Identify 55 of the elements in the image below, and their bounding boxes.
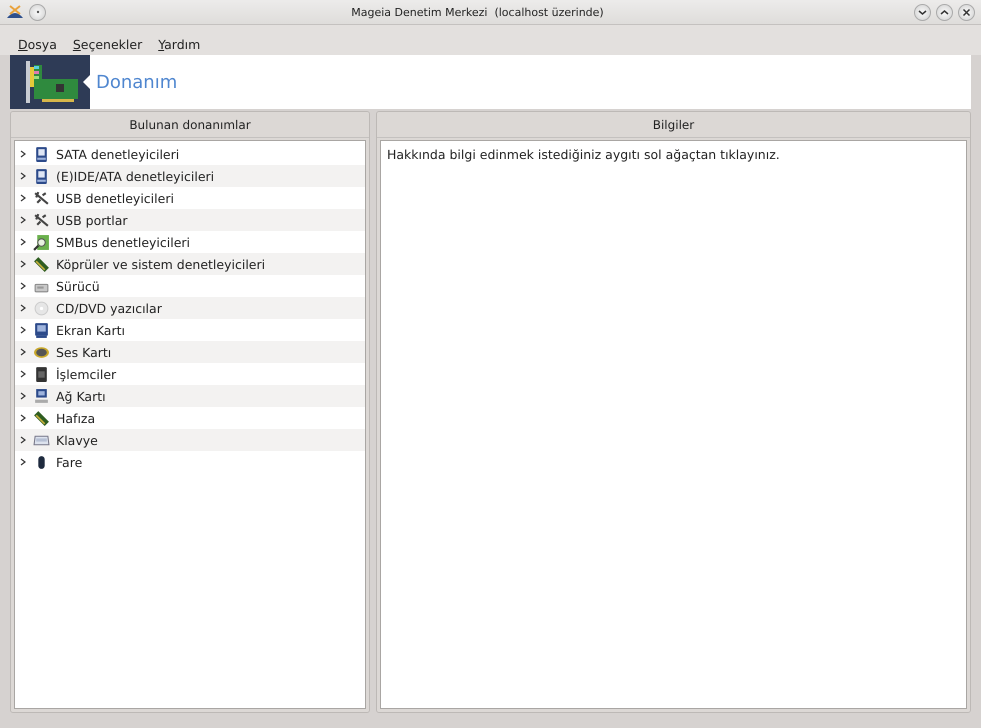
tree-item[interactable]: Sürücü bbox=[15, 275, 365, 297]
magnifier-icon bbox=[33, 234, 50, 250]
column-header: Bulunan donanımlar bbox=[11, 112, 369, 138]
chip-icon bbox=[33, 366, 50, 382]
menu-item[interactable]: Yardım bbox=[158, 37, 200, 55]
tree-item-label: USB portlar bbox=[56, 212, 128, 228]
tree-item[interactable]: (E)IDE/ATA denetleyicileri bbox=[15, 165, 365, 187]
tree-item[interactable]: Ağ Kartı bbox=[15, 385, 365, 407]
tree-item[interactable]: USB denetleyicileri bbox=[15, 187, 365, 209]
tree-item[interactable]: Fare bbox=[15, 451, 365, 473]
memory-stick-icon bbox=[33, 256, 50, 272]
menu-item[interactable]: Dosya bbox=[18, 37, 57, 55]
maximize-button[interactable] bbox=[936, 4, 953, 20]
info-text: Hakkında bilgi edinmek istediğiniz aygıtı sol ağaçtan tıklayınız. bbox=[386, 146, 781, 164]
computer-icon bbox=[33, 388, 50, 404]
tree-item[interactable]: Ses Kartı bbox=[15, 341, 365, 363]
chevron-up-icon bbox=[940, 8, 949, 16]
tree-item-label: (E)IDE/ATA denetleyicileri bbox=[56, 168, 214, 184]
close-icon bbox=[962, 8, 971, 16]
window-title: Mageia Denetim Merkezi (localhost üzerinde) bbox=[350, 6, 605, 18]
tree-item-label: Sürücü bbox=[56, 278, 100, 294]
tree-item[interactable]: CD/DVD yazıcılar bbox=[15, 297, 365, 319]
tree-item-label: USB denetleyicileri bbox=[56, 190, 174, 206]
tree-item-label: SATA denetleyicileri bbox=[56, 146, 180, 162]
page-title: Donanım bbox=[96, 72, 178, 92]
tree-item[interactable]: İşlemciler bbox=[15, 363, 365, 385]
tree-item[interactable]: SATA denetleyicileri bbox=[15, 143, 365, 165]
app-icon bbox=[6, 4, 24, 20]
column-header: Bilgiler bbox=[377, 112, 970, 138]
tree-item[interactable]: Klavye bbox=[15, 429, 365, 451]
tree-item-label: Köprüler ve sistem denetleyicileri bbox=[56, 256, 266, 272]
disc-icon bbox=[33, 300, 50, 316]
chevron-down-icon bbox=[918, 8, 927, 16]
dot-icon bbox=[36, 10, 40, 14]
tree-item-label: Klavye bbox=[56, 432, 98, 448]
tree-item-label: Fare bbox=[56, 454, 82, 470]
menu-item[interactable]: Seçenekler bbox=[72, 37, 142, 55]
pointer-notch bbox=[83, 74, 91, 90]
tree-item[interactable]: USB portlar bbox=[15, 209, 365, 231]
tree-item[interactable]: SMBus denetleyicileri bbox=[15, 231, 365, 253]
tree-item-label: Ekran Kartı bbox=[56, 322, 125, 338]
info-text-area[interactable]: Hakkında bilgi edinmek istediğiniz aygıtı sol ağaçtan tıklayınız. bbox=[380, 140, 967, 709]
tree-item[interactable]: Ekran Kartı bbox=[15, 319, 365, 341]
tree-item[interactable]: Köprüler ve sistem denetleyicileri bbox=[15, 253, 365, 275]
tree-item-label: İşlemciler bbox=[56, 366, 116, 382]
memory-stick-icon bbox=[33, 410, 50, 426]
tree-item-label: Ses Kartı bbox=[56, 344, 112, 360]
tree-item-label: SMBus denetleyicileri bbox=[56, 234, 190, 250]
tree-item[interactable]: Hafıza bbox=[15, 407, 365, 429]
close-button[interactable] bbox=[958, 4, 975, 20]
minimize-button[interactable] bbox=[914, 4, 931, 20]
monitor-icon bbox=[33, 322, 50, 338]
tree-item-label: Hafıza bbox=[56, 410, 96, 426]
tree-item-label: CD/DVD yazıcılar bbox=[56, 300, 162, 316]
tree-item-label: Ağ Kartı bbox=[56, 388, 106, 404]
